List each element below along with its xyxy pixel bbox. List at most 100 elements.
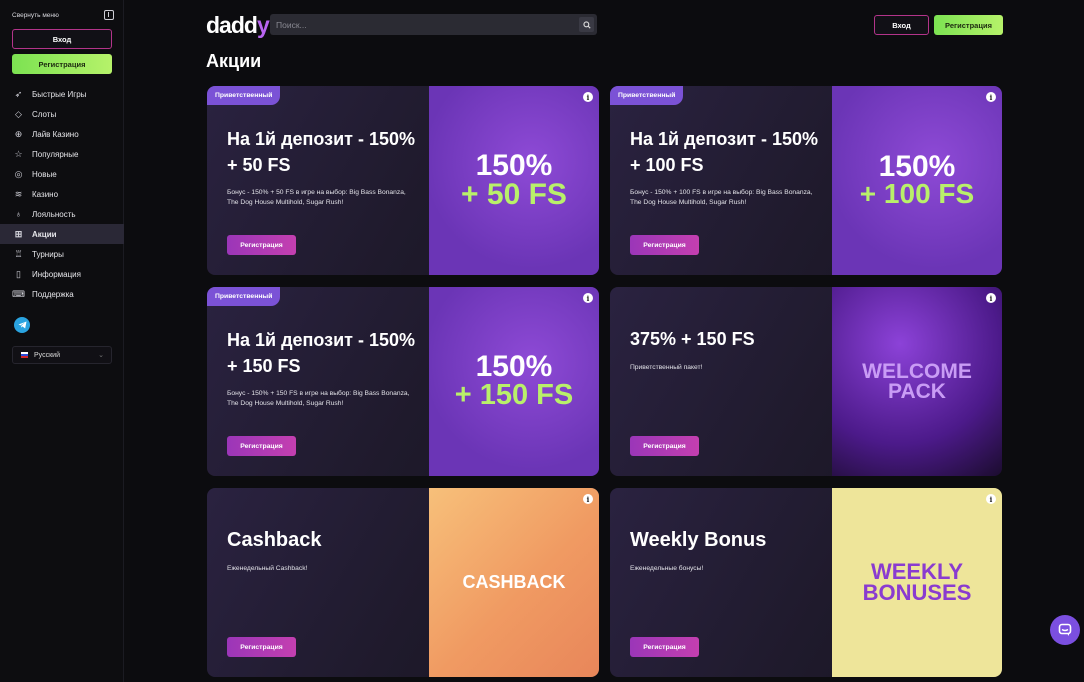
app: Свернуть меню Вход Регистрация ➶ Быстрые… [0, 0, 1084, 682]
promo-image-line1: 150% [475, 350, 553, 384]
promo-description: Приветственный пакет! [630, 364, 703, 371]
chat-icon [1058, 623, 1072, 636]
info-icon[interactable]: i [986, 293, 996, 303]
header-register-button[interactable]: Регистрация [934, 15, 1003, 35]
promo-tag: Приветственный [610, 86, 684, 105]
promo-image: WEEKLY BONUSES [832, 488, 1002, 677]
promo-register-button[interactable]: Регистрация [630, 637, 699, 657]
info-icon[interactable]: i [986, 494, 996, 504]
promo-title: Weekly Bonus [630, 529, 767, 551]
promo-card[interactable]: Cashback Еженедельный Cashback! Регистра… [207, 488, 599, 677]
chat-button[interactable] [1050, 615, 1080, 645]
search-bar [270, 14, 597, 35]
sidebar-item-loyalty[interactable]: ♁ Лояльность [0, 204, 124, 224]
promo-image-line2: + 150 FS [454, 378, 574, 411]
promo-image-line2: + 100 FS [859, 178, 975, 210]
collapse-menu-label: Свернуть меню [12, 11, 59, 19]
support-icon: ⌨ [12, 288, 25, 299]
sidebar-item-promotions[interactable]: ⊞ Акции [0, 224, 124, 244]
gift-icon: ⊞ [14, 228, 23, 239]
promo-description: Бонус - 150% + 150 FS в игре на выбор: B… [227, 390, 410, 407]
promo-description: Еженедельный Cashback! [227, 565, 308, 572]
sidebar-item-label: Популярные [32, 149, 79, 159]
trophy-icon: ♖ [14, 248, 23, 259]
info-icon[interactable]: i [583, 293, 593, 303]
sidebar-item-label: Казино [32, 189, 59, 199]
promo-card[interactable]: 375% + 150 FS Приветственный пакет! Реги… [610, 287, 1002, 476]
sidebar-item-label: Акции [32, 229, 57, 239]
promo-image-text: CASHBACK [462, 571, 566, 592]
promo-card[interactable]: Weekly Bonus Еженедельные бонусы! Регист… [610, 488, 1002, 677]
sidebar-item-label: Новые [32, 169, 57, 179]
promo-image-text: WEEKLY BONUSES [862, 560, 972, 605]
promo-image-line2: PACK [888, 379, 946, 403]
promo-image: CASHBACK [429, 488, 599, 677]
sidebar-item-fast-games[interactable]: ➶ Быстрые Игры [0, 84, 124, 104]
sidebar-register-button[interactable]: Регистрация [12, 54, 112, 74]
promo-image-text: 150% + 150 FS [454, 350, 574, 411]
sidebar-item-new[interactable]: ◎ Новые [0, 164, 124, 184]
promo-image-line1: 150% [475, 149, 553, 182]
promo-title: На 1й депозит - 150% + 100 FS [630, 129, 819, 175]
promo-image: WELCOME PACK [832, 287, 1002, 476]
promo-card[interactable]: Приветственный На 1й депозит - 150% + 15… [207, 287, 599, 476]
sidebar-item-label: Поддержка [32, 289, 74, 299]
promo-description: Бонус - 150% + 50 FS в игре на выбор: Bi… [227, 189, 406, 206]
search-icon [582, 20, 591, 29]
sidebar-item-label: Слоты [32, 109, 57, 119]
language-select[interactable]: Русский ⌄ [12, 346, 112, 364]
search-input[interactable] [276, 19, 576, 30]
info-icon[interactable]: i [986, 92, 996, 102]
collapse-menu[interactable]: Свернуть меню [12, 9, 114, 21]
info-icon[interactable]: i [583, 494, 593, 504]
sidebar-item-label: Лояльность [32, 209, 76, 219]
info-icon[interactable]: i [583, 92, 593, 102]
header-login-button[interactable]: Вход [874, 15, 929, 35]
promo-image-text: 150% + 50 FS [461, 149, 567, 211]
promo-image: 150% + 100 FS [832, 86, 1002, 275]
sidebar-item-live-casino[interactable]: ⊕ Лайв Казино [0, 124, 124, 144]
promo-register-button[interactable]: Регистрация [630, 436, 699, 456]
promo-image-line2: + 50 FS [461, 177, 567, 211]
sidebar-toggle-icon[interactable] [104, 10, 114, 20]
logo[interactable]: daddy [206, 12, 270, 39]
star-icon: ☆ [14, 148, 23, 159]
promo-image-line2: BONUSES [862, 579, 972, 605]
promo-register-button[interactable]: Регистрация [227, 436, 296, 456]
sidebar-item-label: Лайв Казино [32, 129, 79, 139]
sidebar-item-information[interactable]: ▯ Информация [0, 264, 124, 284]
promo-image-line1: WELCOME [862, 359, 972, 383]
sidebar-item-label: Быстрые Игры [32, 89, 87, 99]
sidebar-item-popular[interactable]: ☆ Популярные [0, 144, 124, 164]
promo-image-line1: CASHBACK [462, 571, 566, 592]
sidebar-nav: ➶ Быстрые Игры ◇ Слоты ⊕ Лайв Казино ☆ П… [0, 84, 124, 304]
promo-register-button[interactable]: Регистрация [227, 235, 296, 255]
sidebar-item-slots[interactable]: ◇ Слоты [0, 104, 124, 124]
promo-register-button[interactable]: Регистрация [630, 235, 699, 255]
promo-image-text: WELCOME PACK [862, 359, 972, 403]
promo-description: Бонус - 150% + 100 FS в игре на выбор: B… [630, 189, 813, 206]
promo-tag: Приветственный [207, 287, 281, 306]
page-title: Акции [206, 51, 262, 71]
sidebar-item-support[interactable]: ⌨ Поддержка [0, 284, 124, 304]
new-icon: ◎ [14, 168, 23, 179]
promo-title: На 1й депозит - 150% + 150 FS [227, 330, 416, 376]
promo-image-line1: 150% [878, 149, 956, 183]
promo-register-button[interactable]: Регистрация [227, 637, 296, 657]
promo-title: На 1й депозит - 150% + 50 FS [227, 129, 416, 175]
promo-image: 150% + 50 FS [429, 86, 599, 275]
promo-card[interactable]: Приветственный На 1й депозит - 150% + 50… [207, 86, 599, 275]
telegram-icon[interactable] [14, 317, 30, 333]
sidebar-login-button[interactable]: Вход [12, 29, 112, 49]
promo-description: Еженедельные бонусы! [630, 565, 704, 572]
sidebar-item-tournaments[interactable]: ♖ Турниры [0, 244, 124, 264]
language-label: Русский [34, 351, 60, 359]
document-icon: ▯ [16, 268, 21, 279]
promo-title: Cashback [227, 529, 322, 551]
rocket-icon: ➶ [14, 88, 23, 99]
search-button[interactable] [579, 17, 594, 32]
medal-icon: ♁ [15, 208, 22, 219]
live-icon: ⊕ [14, 128, 23, 139]
sidebar-item-casino[interactable]: ≋ Казино [0, 184, 124, 204]
promo-card[interactable]: Приветственный На 1й депозит - 150% + 10… [610, 86, 1002, 275]
